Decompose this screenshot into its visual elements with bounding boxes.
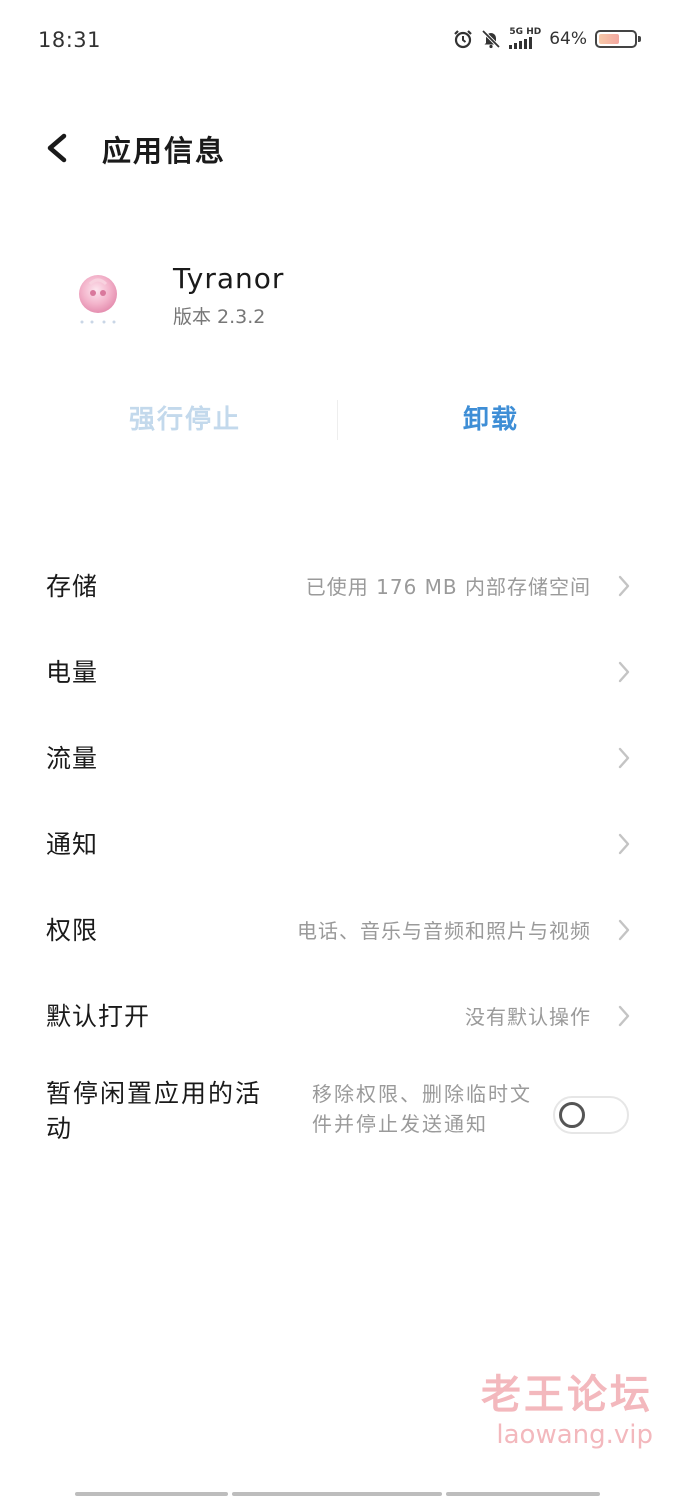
row-value: 电话、音乐与音频和照片与视频 [297, 919, 591, 943]
pause-activity-toggle[interactable] [553, 1096, 629, 1134]
pause-activity-label: 暂停闲置应用的活动 [46, 1079, 263, 1143]
toggle-knob [559, 1102, 585, 1128]
signal-strength-icon [509, 37, 533, 49]
pause-activity-description: 移除权限、删除临时文件并停止发送通知 [312, 1082, 532, 1136]
uninstall-button[interactable]: 卸载 [376, 395, 606, 445]
settings-list: 存储 已使用 176 MB 内部存储空间 电量 流量 通知 权限 电话、音乐与音… [0, 543, 675, 1159]
status-bar: 18:31 5G HD 64% [0, 22, 675, 62]
app-info-section: Tyranor 版本 2.3.2 [0, 262, 675, 342]
page-title: 应用信息 [102, 134, 227, 168]
status-time: 18:31 [38, 28, 102, 52]
chevron-right-icon [618, 661, 630, 683]
settings-row-storage[interactable]: 存储 已使用 176 MB 内部存储空间 [0, 543, 675, 629]
app-name: Tyranor [173, 262, 285, 295]
watermark-cn: 老王论坛 [481, 1372, 653, 1418]
settings-row-pause-app-activity: 暂停闲置应用的活动 移除权限、删除临时文件并停止发送通知 [0, 1059, 675, 1159]
row-label: 存储 [46, 572, 99, 601]
nav-gesture-segment[interactable] [75, 1492, 228, 1496]
row-value: 没有默认操作 [465, 1005, 591, 1029]
chevron-right-icon [618, 575, 630, 597]
settings-row-notifications[interactable]: 通知 [0, 801, 675, 887]
settings-row-battery[interactable]: 电量 [0, 629, 675, 715]
row-value: 已使用 176 MB 内部存储空间 [305, 575, 591, 599]
app-version: 版本 2.3.2 [173, 306, 266, 328]
network-type-label: 5G HD [509, 27, 542, 37]
app-actions: 强行停止 卸载 [0, 395, 675, 445]
action-divider [337, 400, 338, 440]
status-icons: 5G HD 64% [453, 28, 641, 49]
row-label: 流量 [46, 744, 99, 773]
app-bar: 应用信息 [0, 118, 675, 178]
row-label: 默认打开 [46, 1002, 151, 1031]
battery-icon [595, 29, 641, 48]
watermark: 老王论坛 laowang.vip [481, 1362, 653, 1450]
battery-fill [599, 33, 620, 44]
battery-tip [638, 35, 641, 42]
chevron-right-icon [618, 747, 630, 769]
row-label: 电量 [46, 658, 99, 687]
back-arrow-icon[interactable] [40, 128, 76, 168]
nav-gesture-segment[interactable] [446, 1492, 600, 1496]
watermark-en: laowang.vip [496, 1420, 653, 1450]
settings-row-data-usage[interactable]: 流量 [0, 715, 675, 801]
battery-percent: 64% [549, 28, 587, 49]
row-label: 权限 [46, 916, 99, 945]
chevron-right-icon [618, 1005, 630, 1027]
mute-bell-icon [482, 29, 501, 48]
force-stop-button[interactable]: 强行停止 [70, 395, 300, 445]
chevron-right-icon [618, 919, 630, 941]
settings-row-open-by-default[interactable]: 默认打开 没有默认操作 [0, 973, 675, 1059]
alarm-icon [454, 29, 473, 48]
network-indicator: 5G HD [509, 28, 541, 49]
chevron-right-icon [618, 833, 630, 855]
nav-gesture-segment[interactable] [232, 1492, 442, 1496]
row-label: 通知 [46, 830, 99, 859]
settings-row-permissions[interactable]: 权限 电话、音乐与音频和照片与视频 [0, 887, 675, 973]
navigation-bar [0, 1490, 675, 1500]
app-icon [79, 275, 117, 324]
